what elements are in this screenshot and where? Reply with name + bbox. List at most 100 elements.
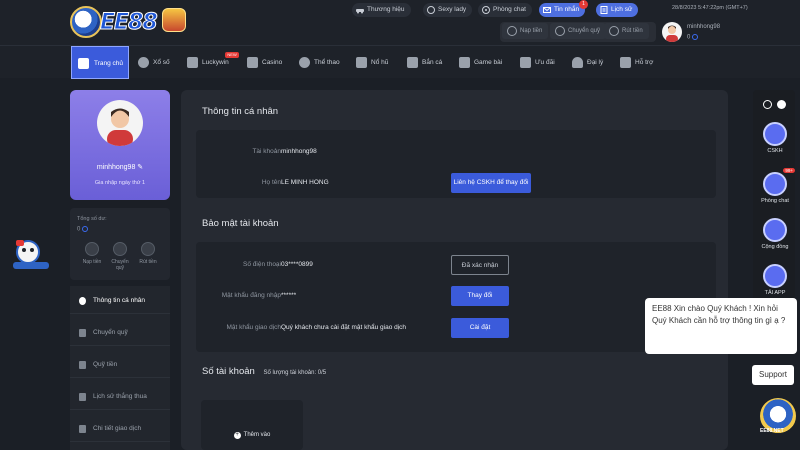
pill-history[interactable]: Lịch sử (596, 3, 639, 17)
nav-label: Ưu đãi (535, 59, 555, 66)
logo-text: EE88 (100, 10, 159, 36)
sidebar-withdraw-label: Rút tiền (139, 259, 157, 265)
sidebar-item-personal-info[interactable]: Thông tin cá nhân (70, 288, 170, 314)
nav-sports[interactable]: Thể thao (299, 46, 340, 79)
setup-transaction-password-button[interactable]: Cài đặt (451, 318, 509, 338)
sidebar-item-funds[interactable]: Quỹ tiền (70, 352, 170, 378)
avatar[interactable] (662, 22, 682, 42)
profile-username: minhhong98 ✎ (70, 163, 170, 171)
pill-chat-room[interactable]: Phòng chat (478, 3, 532, 17)
right-floating-bar: CSKH Phòng chat 99+ Cộng đồng TẢI APP (753, 90, 795, 316)
nav-support[interactable]: Hỗ trợ (620, 46, 653, 79)
sidebar-item-label: Thông tin cá nhân (93, 297, 146, 304)
nav-slots[interactable]: Nổ hũ (356, 46, 388, 79)
download-app-button[interactable]: TẢI APP (761, 264, 789, 296)
slots-icon (356, 57, 367, 68)
add-account-card[interactable]: + Thêm vào (201, 400, 303, 450)
withdraw-button[interactable]: Rút tiền (604, 23, 649, 39)
cards-icon (459, 57, 470, 68)
theme-light-toggle[interactable] (777, 100, 786, 109)
sidebar-transfer-button[interactable]: Chuyển quỹ (107, 242, 133, 271)
edit-icon[interactable]: ✎ (137, 164, 143, 171)
contact-support-button[interactable]: Liên hệ CSKH để thay đổi (451, 173, 531, 193)
lottery-icon (138, 57, 149, 68)
mascot-icon[interactable] (10, 238, 52, 272)
book-icon (620, 57, 631, 68)
pill-brand[interactable]: Thương hiệu (352, 3, 411, 17)
headset-icon (763, 122, 787, 146)
phone-label: Số điện thoại (243, 261, 281, 268)
fullname-label: Họ tên (261, 179, 281, 186)
site-logo[interactable]: EE88 (70, 4, 190, 40)
list-icon (79, 393, 86, 401)
sidebar-transfer-label: Chuyển quỹ (111, 259, 129, 271)
plus-icon: + (233, 432, 241, 439)
pill-label: Lịch sử (611, 6, 633, 13)
nav-label: Casino (262, 59, 283, 66)
deposit-button[interactable]: Nạp tiền (502, 23, 549, 39)
fish-icon (407, 57, 418, 68)
nav-label: Hỗ trợ (635, 59, 654, 66)
nav-label: Trang chủ (94, 60, 124, 67)
security-card: Số điện thoại 03****0899 Đã xác nhận Mật… (196, 242, 716, 352)
sidebar-item-win-loss[interactable]: Lịch sử thắng thua (70, 384, 170, 410)
soccer-ball-icon (299, 57, 310, 68)
casino-icon (247, 57, 258, 68)
sidebar-menu: Thông tin cá nhân Chuyển quỹ Quỹ tiền Lị… (70, 286, 170, 450)
add-account-button[interactable]: + Thêm vào (201, 432, 303, 439)
chat-room-button[interactable]: Phòng chat 99+ (761, 168, 795, 204)
sidebar-item-label: Chi tiết giao dịch (93, 425, 142, 432)
pill-label: Tin nhắn (554, 6, 580, 13)
profile-joined: Gia nhập ngày thứ 1 (94, 180, 146, 186)
nav-agency[interactable]: Đại lý (572, 46, 603, 79)
nav-luckywin[interactable]: Luckywin NEW (187, 46, 239, 79)
nav-promotions[interactable]: Ưu đãi (520, 46, 555, 79)
add-account-label: Thêm vào (243, 432, 271, 438)
transfer-button[interactable]: Chuyển quỹ (550, 23, 607, 39)
pill-sexy-lady[interactable]: Sexy lady (423, 3, 473, 17)
gift-icon (520, 57, 531, 68)
nav-lottery[interactable]: Xổ số (138, 46, 170, 79)
transaction-password-label: Mật khẩu giao dịch (226, 324, 281, 331)
withdraw-icon (141, 242, 155, 256)
change-password-button[interactable]: Thay đổi (451, 286, 509, 306)
profile-card: minhhong98 ✎ Gia nhập ngày thứ 1 (70, 90, 170, 200)
support-button[interactable]: Support (752, 365, 794, 385)
withdraw-icon (609, 26, 619, 36)
sidebar-deposit-button[interactable]: Nạp tiền (79, 242, 105, 265)
phone-verified-button[interactable]: Đã xác nhận (451, 255, 509, 275)
sidebar-item-label: Quỹ tiền (93, 361, 118, 368)
nav-label: Game bài (474, 59, 503, 66)
car-icon (356, 6, 364, 14)
sidebar-item-label: Chuyển quỹ (93, 329, 128, 336)
nav-home[interactable]: Trang chủ (71, 46, 130, 79)
datetime: 28/8/2023 5:47:22pm (GMT+7) (672, 5, 748, 11)
sidebar-item-label: Lịch sử thắng thua (93, 393, 147, 400)
sidebar-item-transfer[interactable]: Chuyển quỹ (70, 320, 170, 346)
pill-label: Sexy lady (438, 6, 467, 13)
refresh-balance-icon[interactable] (82, 226, 89, 232)
home-icon (78, 58, 89, 69)
document-icon (79, 425, 86, 433)
deposit-icon (85, 242, 99, 256)
nav-fishing[interactable]: Bắn cá (407, 46, 442, 79)
security-title: Bảo mật tài khoản (202, 218, 279, 229)
header-balance: 0 (687, 34, 699, 41)
profile-avatar[interactable] (97, 100, 143, 146)
ee88-net-label: EE88.NET (760, 428, 784, 434)
phone-icon (763, 264, 787, 288)
customer-support-button[interactable]: CSKH (761, 122, 789, 154)
nav-casino[interactable]: Casino (247, 46, 282, 79)
pill-messages[interactable]: Tin nhắn 1 (539, 0, 589, 17)
personal-info-card: Tài khoản minhhong98 Họ tên LE MINH HONG… (196, 130, 716, 198)
sidebar-item-transactions[interactable]: Chi tiết giao dịch (70, 416, 170, 442)
sidebar-withdraw-button[interactable]: Rút tiền (135, 242, 161, 265)
nav-card-games[interactable]: Game bài (459, 46, 502, 79)
theme-dark-toggle[interactable] (763, 100, 772, 109)
rightbar-label: Cộng đồng (761, 244, 789, 250)
support-chat-bubble[interactable]: EE88 Xin chào Quý Khách ! Xin hỏi Quý Kh… (645, 298, 797, 354)
message-badge: 1 (579, 0, 589, 9)
wallet-icon (79, 361, 86, 369)
community-button[interactable]: Cộng đồng (761, 218, 789, 250)
phone-value: 03****0899 (281, 261, 313, 268)
